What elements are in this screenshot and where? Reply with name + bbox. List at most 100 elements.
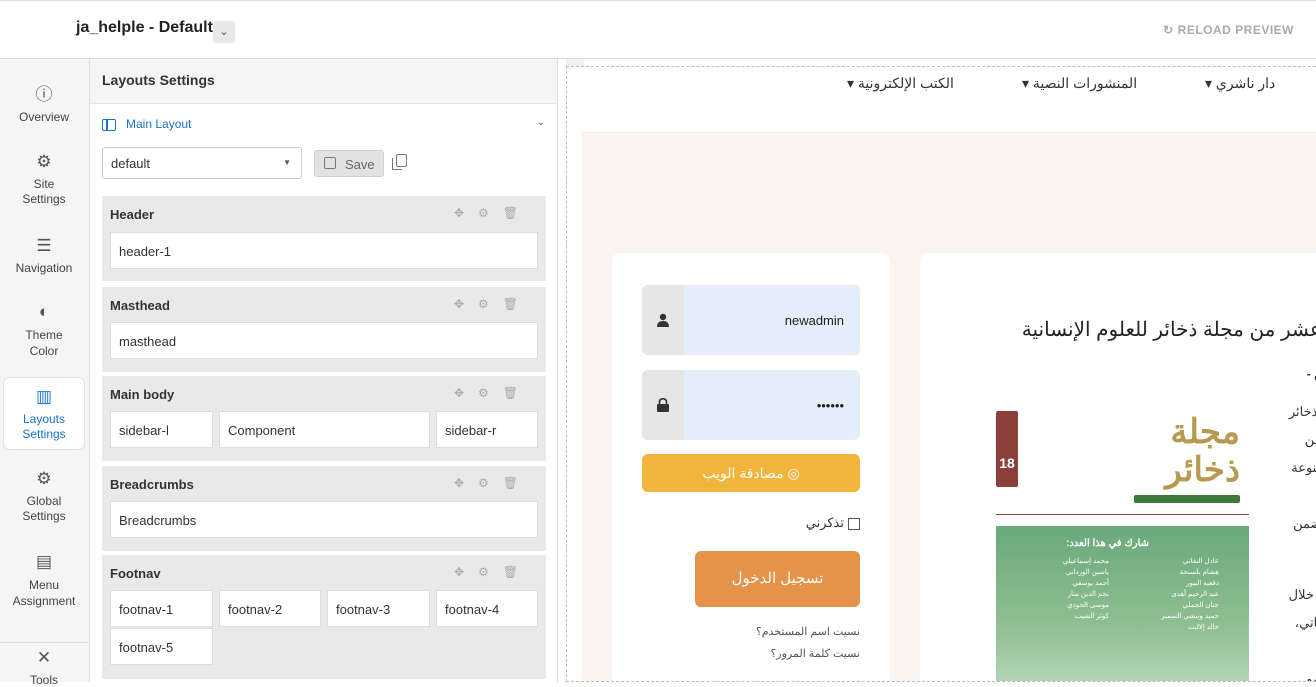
nav-item-label: Overview xyxy=(18,110,69,124)
layout-cell[interactable]: sidebar-r xyxy=(436,411,538,448)
layout-cell[interactable]: footnav-2 xyxy=(219,590,321,627)
layout-cell[interactable]: sidebar-l xyxy=(110,411,213,448)
site-menu: دار ناشري ▾ المنشورات النصية ▾ الكتب الإ… xyxy=(582,67,1316,133)
layout-block-main-body: Main body ✥⚙🗑 sidebar-l Component sideba… xyxy=(102,376,546,461)
nav-item-label: Theme Color xyxy=(25,328,63,358)
block-tools: ✥⚙🗑 xyxy=(454,476,532,490)
nav-item-navigation[interactable]: ☰ Navigation xyxy=(0,235,88,275)
move-icon[interactable]: ✥ xyxy=(454,476,478,490)
nav-item-label: Layouts Settings xyxy=(22,412,66,441)
journal-logo-text: مجلة ذخائر xyxy=(1165,413,1240,489)
article-text-line: عضو xyxy=(1306,671,1316,682)
layout-cell[interactable]: Breadcrumbs xyxy=(110,501,538,538)
username-field[interactable]: newadmin xyxy=(642,285,860,355)
username-value: newadmin xyxy=(784,313,844,328)
remember-checkbox[interactable] xyxy=(848,517,860,530)
cover-divider xyxy=(996,514,1249,520)
contributors-heading: شارك في هذا العدد: xyxy=(1066,538,1149,549)
menu-item[interactable]: دار ناشري ▾ xyxy=(1205,75,1275,92)
article-text-line: لة ذخائر xyxy=(1288,404,1316,419)
menu-item[interactable]: المنشورات النصية ▾ xyxy=(1022,75,1137,92)
article-text-line: ة ضمن xyxy=(1293,516,1316,531)
layout-select[interactable]: default ▼ xyxy=(102,147,302,179)
fingerprint-icon: ◎ xyxy=(787,465,800,481)
gear-icon[interactable]: ⚙ xyxy=(478,206,503,220)
layout-icon: ▥ xyxy=(35,387,53,406)
contributors-right: عادل النفاتي هشام بلسنحة دقعية البيور عب… xyxy=(1161,558,1219,631)
issue-badge: 18 xyxy=(996,411,1018,487)
block-tools: ✥⚙🗑 xyxy=(454,386,532,400)
gear-icon[interactable]: ⚙ xyxy=(478,297,503,311)
trash-icon[interactable]: 🗑 xyxy=(503,476,532,490)
nav-item-label: Global Settings xyxy=(22,494,66,523)
password-field[interactable]: •••••• xyxy=(642,370,860,440)
layout-cell[interactable]: masthead xyxy=(110,322,538,359)
site-preview: دار ناشري ▾ المنشورات النصية ▾ الكتب الإ… xyxy=(566,66,1316,682)
template-dropdown-button[interactable]: ⌄ xyxy=(213,21,235,43)
save-layout-button[interactable]: Save xyxy=(314,150,384,177)
layout-block-masthead: Masthead ✥⚙🗑 masthead xyxy=(102,287,546,372)
nav-item-label: Menu Assignment xyxy=(12,578,76,608)
trash-icon[interactable]: 🗑 xyxy=(503,297,532,311)
nav-item-theme-color[interactable]: ◐ Theme Color xyxy=(0,301,88,359)
lock-icon xyxy=(657,398,669,412)
reload-preview-button[interactable]: ↻ RELOAD PREVIEW xyxy=(1163,23,1298,37)
layout-cell[interactable]: header-1 xyxy=(110,232,538,269)
move-icon[interactable]: ✥ xyxy=(454,386,478,400)
layout-cell[interactable]: footnav-5 xyxy=(110,628,213,665)
chevron-down-icon[interactable]: ⌄ xyxy=(537,117,545,128)
article-title: ن عشر من مجلة ذخائر للعلوم الإنسانية xyxy=(1021,319,1316,341)
gear-icon[interactable]: ⚙ xyxy=(478,565,503,579)
main-layout-toggle[interactable]: Main Layout xyxy=(102,117,191,131)
move-icon[interactable]: ✥ xyxy=(454,565,478,579)
move-icon[interactable]: ✥ xyxy=(454,206,478,220)
block-tools: ✥⚙🗑 xyxy=(454,565,532,579)
settings-nav: ⓘ Overview ⚙ Site Settings ☰ Navigation … xyxy=(0,59,90,687)
gear-icon[interactable]: ⚙ xyxy=(478,476,503,490)
nav-item-site-settings[interactable]: ⚙ Site Settings xyxy=(0,151,88,207)
gear-icon[interactable]: ⚙ xyxy=(478,386,503,400)
password-value: •••••• xyxy=(816,398,844,413)
trash-icon[interactable]: 🗑 xyxy=(503,206,532,220)
block-title: Breadcrumbs xyxy=(110,477,194,492)
move-icon[interactable]: ✥ xyxy=(454,297,478,311)
panel-heading: Layouts Settings xyxy=(90,59,557,104)
cover-contributors: شارك في هذا العدد: عادل النفاتي هشام بلس… xyxy=(996,526,1249,681)
reload-icon: ↻ xyxy=(1163,23,1174,37)
nav-item-global-settings[interactable]: ⚙ Global Settings xyxy=(0,468,88,524)
nav-item-label: Navigation xyxy=(15,261,73,275)
layout-cell[interactable]: footnav-4 xyxy=(436,590,538,627)
trash-icon[interactable]: 🗑 xyxy=(503,386,532,400)
top-bar: ja_helple - Default ⌄ ↻ RELOAD PREVIEW xyxy=(0,0,1316,59)
remember-me[interactable]: تذكرني xyxy=(806,515,860,531)
copy-icon[interactable] xyxy=(392,154,407,170)
layout-icon xyxy=(102,118,116,131)
layouts-settings-panel: Layouts Settings Main Layout ⌄ default ▼… xyxy=(90,59,558,682)
login-button[interactable]: تسجيل الدخول xyxy=(695,551,860,607)
user-icon xyxy=(657,313,669,327)
block-tools: ✥⚙🗑 xyxy=(454,206,532,220)
nav-item-menu-assignment[interactable]: ▤ Menu Assignment xyxy=(0,551,88,609)
nav-item-layouts-settings[interactable]: ▥ Layouts Settings xyxy=(3,377,85,450)
webauthn-button[interactable]: مصادقة الويب ◎ xyxy=(642,454,860,492)
layout-cell[interactable]: footnav-3 xyxy=(327,590,430,627)
user-icon-box xyxy=(642,285,684,355)
menu-icon: ☰ xyxy=(36,236,52,255)
nav-item-overview[interactable]: ⓘ Overview xyxy=(0,84,88,124)
main-layout-label: Main Layout xyxy=(126,117,192,131)
palette-icon: ◐ xyxy=(38,302,50,321)
block-tools: ✥⚙🗑 xyxy=(454,297,532,311)
caret-down-icon: ▼ xyxy=(283,158,291,167)
gears-icon: ⚙ xyxy=(36,469,52,488)
layout-cell[interactable]: footnav-1 xyxy=(110,590,213,627)
nav-item-label: Site Settings xyxy=(22,177,66,206)
layout-cell[interactable]: Component xyxy=(219,411,430,448)
forgot-password-link[interactable]: نسيت كلمة المرور؟ xyxy=(770,647,860,660)
forgot-username-link[interactable]: نسيت اسم المستخدم؟ xyxy=(756,625,860,638)
menu-item[interactable]: الكتب الإلكترونية ▾ xyxy=(847,75,954,92)
lock-icon-box xyxy=(642,370,684,440)
trash-icon[interactable]: 🗑 xyxy=(503,565,532,579)
list-icon: ▤ xyxy=(35,552,53,571)
nav-item-tools[interactable]: ✕ Tools xyxy=(0,642,88,687)
article-meta: عين - xyxy=(1306,367,1316,381)
